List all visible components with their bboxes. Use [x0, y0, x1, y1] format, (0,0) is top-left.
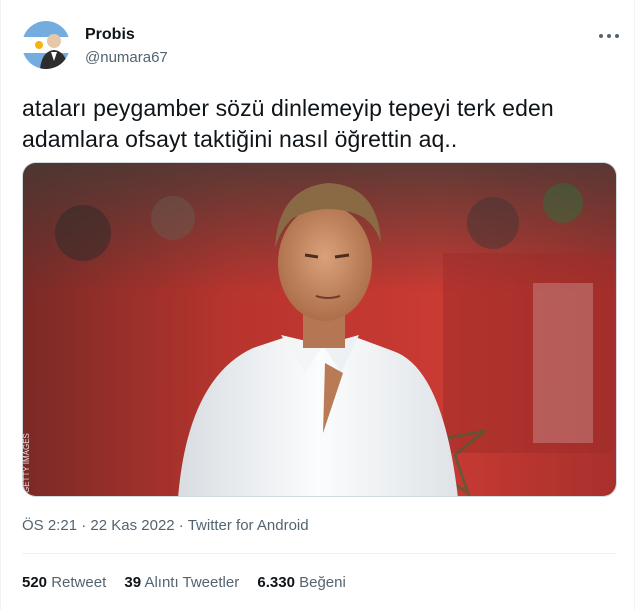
tweet-text-line: adamlara ofsayt taktiğini nasıl öğrettin…	[22, 126, 458, 152]
retweets-count: 520	[22, 574, 48, 591]
quotes-label: Alıntı Tweetler	[144, 574, 240, 591]
tweet-time[interactable]: ÖS 2:21	[22, 517, 77, 534]
quotes-stat[interactable]: 39 Alıntı Tweetler	[124, 574, 239, 591]
likes-stat[interactable]: 6.330 Beğeni	[257, 574, 345, 591]
avatar-image	[22, 21, 70, 69]
tweet-text-line: ataları peygamber sözü dinlemeyip tepeyi…	[22, 95, 554, 121]
engagement-stats: 520 Retweet 39 Alıntı Tweetler 6.330 Beğ…	[22, 574, 360, 591]
meta-separator: ·	[174, 517, 188, 534]
meta-separator: ·	[77, 517, 91, 534]
divider	[22, 553, 617, 554]
quotes-count: 39	[124, 574, 142, 591]
tweet-date[interactable]: 22 Kas 2022	[90, 517, 174, 534]
author-handle[interactable]: @numara67	[85, 49, 168, 66]
tweet-source[interactable]: Twitter for Android	[188, 517, 309, 534]
avatar[interactable]	[22, 21, 70, 69]
likes-count: 6.330	[257, 574, 295, 591]
author-name[interactable]: Probis	[85, 26, 135, 44]
image-credit: GETTY IMAGES	[23, 433, 31, 493]
retweets-label: Retweet	[51, 574, 107, 591]
photo-image: GETTY IMAGES	[23, 163, 616, 496]
tweet-card: Probis @numara67 ataları peygamber sözü …	[0, 0, 635, 610]
tweet-text: ataları peygamber sözü dinlemeyip tepeyi…	[22, 93, 622, 155]
likes-label: Beğeni	[299, 574, 346, 591]
retweets-stat[interactable]: 520 Retweet	[22, 574, 106, 591]
tweet-photo[interactable]: GETTY IMAGES	[22, 162, 617, 497]
tweet-meta: ÖS 2:21 · 22 Kas 2022 · Twitter for Andr…	[22, 517, 309, 534]
more-options-icon[interactable]	[597, 26, 621, 46]
